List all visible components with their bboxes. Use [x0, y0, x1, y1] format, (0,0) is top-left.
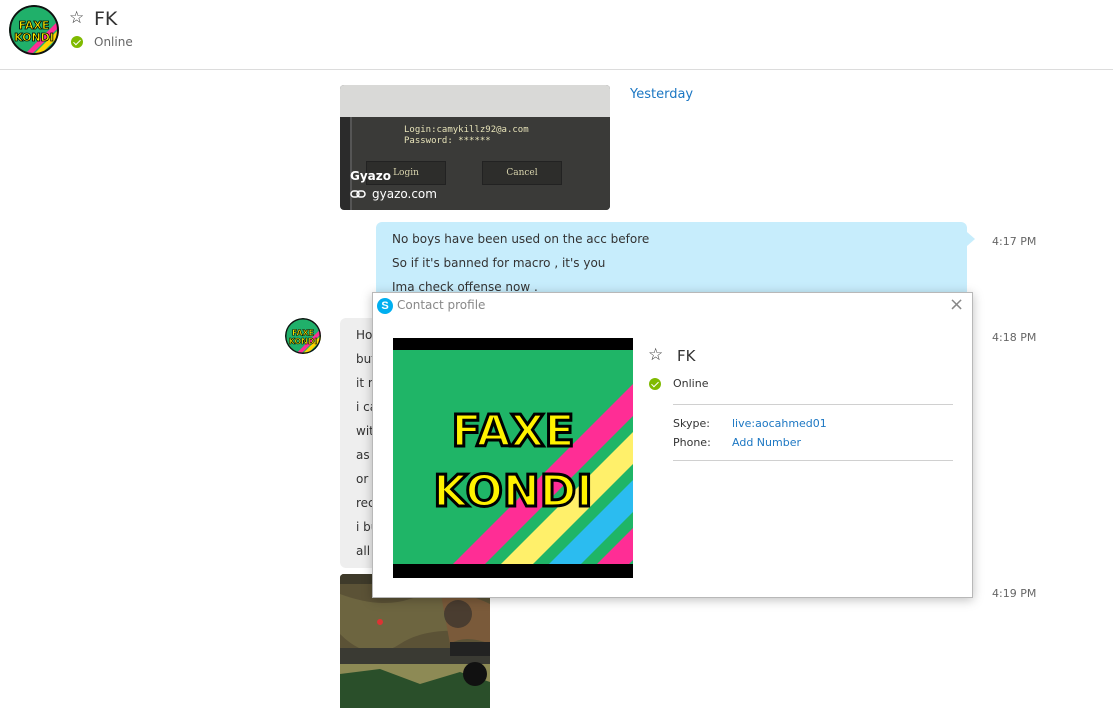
- message-line: So if it's banned for macro , it's you: [392, 256, 606, 270]
- skype-icon: S: [377, 298, 393, 314]
- logo-text-2: KONDI: [289, 337, 318, 346]
- logo-text-2: KONDI: [433, 466, 592, 517]
- message-line: as: [356, 448, 370, 462]
- contact-avatar[interactable]: FAXE KONDI: [9, 5, 59, 55]
- profile-status: Online: [673, 377, 709, 390]
- message-line: Ho: [356, 328, 373, 342]
- dialog-title: Contact profile: [397, 298, 486, 312]
- preview-domain: gyazo.com: [372, 187, 437, 201]
- message-timestamp: 4:19 PM: [992, 587, 1037, 600]
- message-line: or: [356, 472, 369, 486]
- favorite-star-icon[interactable]: ☆: [69, 10, 84, 27]
- logo-text-1: FAXE: [451, 406, 574, 457]
- skype-id-link[interactable]: live:aocahmed01: [732, 417, 827, 430]
- contact-status: Online: [94, 35, 133, 49]
- message-line: all: [356, 544, 371, 558]
- faxe-kondi-logo: FAXE KONDI: [393, 338, 633, 578]
- divider: [673, 404, 953, 405]
- divider: [673, 460, 953, 461]
- outgoing-message[interactable]: No boys have been used on the acc before…: [376, 222, 975, 302]
- preview-login-text: Login:camykillz92@a.com: [404, 125, 529, 135]
- profile-name: FK: [677, 347, 696, 365]
- message-line: No boys have been used on the acc before: [392, 232, 650, 246]
- skype-label: Skype:: [673, 417, 710, 430]
- faxe-kondi-logo: FAXE KONDI: [285, 318, 321, 354]
- online-status-icon: [71, 36, 83, 48]
- preview-title: Gyazo: [350, 169, 391, 183]
- favorite-star-icon[interactable]: ☆: [648, 347, 663, 364]
- profile-picture: FAXE KONDI: [393, 338, 633, 578]
- gyazo-link-preview[interactable]: Login:camykillz92@a.com Password: ******…: [340, 85, 610, 210]
- preview-image-top: [340, 85, 610, 117]
- link-icon: [350, 190, 366, 198]
- logo-text-2: KONDI: [14, 31, 54, 44]
- logo-text-1: FAXE: [292, 328, 314, 337]
- message-timestamp: 4:17 PM: [992, 235, 1037, 248]
- sender-avatar[interactable]: FAXE KONDI: [285, 318, 321, 354]
- contact-name: FK: [94, 8, 118, 30]
- contact-profile-dialog: S Contact profile × FAXE KONDI ☆ FK Onli…: [372, 292, 973, 598]
- chat-header: FAXE KONDI ☆ FK Online: [0, 0, 1113, 70]
- day-separator: Yesterday: [630, 87, 694, 102]
- add-number-link[interactable]: Add Number: [732, 436, 801, 449]
- faxe-kondi-logo: FAXE KONDI: [9, 5, 59, 55]
- preview-cancel-button: Cancel: [482, 161, 562, 185]
- preview-password-text: Password: ******: [404, 136, 491, 146]
- online-status-icon: [649, 378, 661, 390]
- message-timestamp: 4:18 PM: [992, 331, 1037, 344]
- close-icon[interactable]: ×: [949, 294, 964, 316]
- phone-label: Phone:: [673, 436, 711, 449]
